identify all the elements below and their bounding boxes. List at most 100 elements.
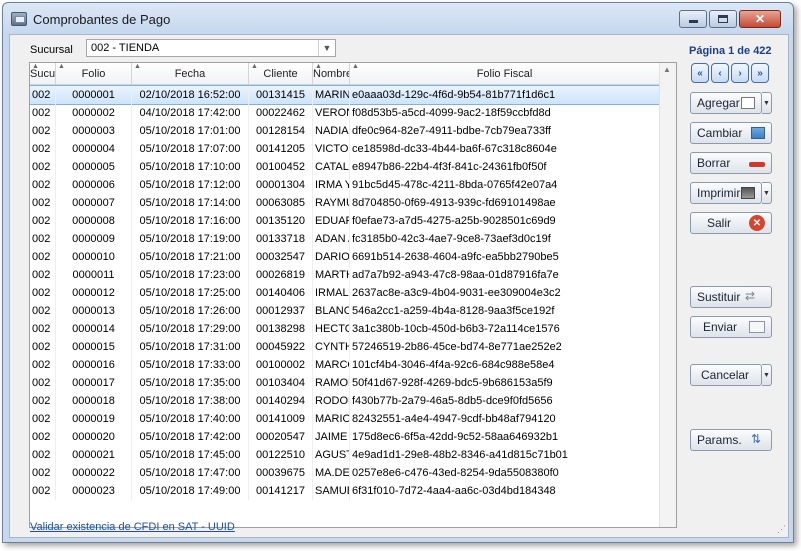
agregar-dropdown[interactable]: ▼ [762,92,772,114]
table-cell: 05/10/2018 17:42:00 [132,428,249,446]
table-cell: 002 [30,338,56,356]
table-row[interactable]: 002 0000001 02/10/2018 16:52:00 00131415 MAR… [30,85,661,105]
table-row[interactable]: 002 0000020 05/10/2018 17:42:00 00020547 JAI… [30,428,660,446]
chevron-down-icon[interactable]: ▼ [318,40,335,56]
table-cell: 0000023 [56,482,132,500]
table-row[interactable]: 002 0000014 05/10/2018 17:29:00 00138298 HEC… [30,320,660,338]
table-cell: 002 [30,410,56,428]
title-bar: Comprobantes de Pago ✕ [3,3,793,35]
first-page-button[interactable]: « [691,63,709,83]
table-cell: 002 [30,230,56,248]
table-cell: 3a1c380b-10cb-450d-b6b3-72a114ce1576 [350,320,660,338]
table-cell: 0000019 [56,410,132,428]
table-row[interactable]: 002 0000016 05/10/2018 17:33:00 00100002 MAR… [30,356,660,374]
table-cell: 00032547 [249,248,313,266]
table-cell: 0000011 [56,266,132,284]
table-row[interactable]: 002 0000018 05/10/2018 17:38:00 00140294 ROD… [30,392,660,410]
sort-icon: ▲ [32,63,39,70]
agregar-button[interactable]: Agregar [690,92,762,114]
table-row[interactable]: 002 0000004 05/10/2018 17:07:00 00141205 VIC… [30,140,660,158]
table-cell: 00128154 [249,122,313,140]
cambiar-button[interactable]: Cambiar [690,122,772,144]
column-header-2[interactable]: ▲ Fecha [132,63,249,85]
table-cell: 002 [30,104,56,122]
table-cell: 0000013 [56,302,132,320]
sustituir-button[interactable]: Sustituir ⇄ [690,286,772,308]
enviar-button[interactable]: Enviar [690,316,772,338]
cancelar-button[interactable]: Cancelar [690,364,762,386]
last-page-button[interactable]: » [751,63,769,83]
minimize-button[interactable] [679,10,707,28]
table-cell: 05/10/2018 17:16:00 [132,212,249,230]
table-row[interactable]: 002 0000008 05/10/2018 17:16:00 00135120 EDU… [30,212,660,230]
params-button[interactable]: Params. ⇅ [690,429,772,451]
column-header-3[interactable]: ▲ Cliente [249,63,313,85]
window-title: Comprobantes de Pago [33,12,171,27]
column-header-label: Cliente [263,68,298,80]
table-cell: 002 [30,194,56,212]
salir-button[interactable]: Salir ✕ [690,212,772,234]
column-header-4[interactable]: ▲ Nombre [313,63,350,85]
table-cell: MA.DE [313,464,350,482]
table-row[interactable]: 002 0000009 05/10/2018 17:19:00 00133718 ADA… [30,230,660,248]
scroll-up-icon[interactable]: ▲ [663,65,671,74]
table-cell: 0000014 [56,320,132,338]
table-cell: 05/10/2018 17:21:00 [132,248,249,266]
close-button[interactable]: ✕ [739,10,781,28]
borrar-button[interactable]: Borrar [690,152,772,174]
table-cell: BLANC [313,302,350,320]
table-row[interactable]: 002 0000013 05/10/2018 17:26:00 00012937 BLA… [30,302,660,320]
sort-icon: ▲ [315,63,322,70]
sort-icon: ▲ [58,63,65,70]
table-row[interactable]: 002 0000002 04/10/2018 17:42:00 00022462 VER… [30,104,660,122]
table-cell: 05/10/2018 17:07:00 [132,140,249,158]
table-cell: 00140406 [249,284,313,302]
table-row[interactable]: 002 0000011 05/10/2018 17:23:00 00026819 MAR… [30,266,660,284]
table-row[interactable]: 002 0000006 05/10/2018 17:12:00 00001304 IRM… [30,176,660,194]
resize-grip-icon[interactable]: ⋰ [777,524,786,535]
imprimir-button[interactable]: Imprimir [690,182,762,204]
table-cell: 002 [30,248,56,266]
table-cell: 2637ac8e-a3c9-4b04-9031-ee309004e3c2 [350,284,660,302]
table-row[interactable]: 002 0000010 05/10/2018 17:21:00 00032547 DAR… [30,248,660,266]
table-cell: 546a2cc1-a259-4b4a-8128-9aa3f5ce192f [350,302,660,320]
maximize-button[interactable] [709,10,737,28]
table-cell: IRMAL [313,284,350,302]
cancelar-dropdown[interactable]: ▼ [762,364,772,386]
vertical-scrollbar[interactable]: ▲ [659,63,676,527]
table-cell: 002 [30,266,56,284]
table-row[interactable]: 002 0000015 05/10/2018 17:31:00 00045922 CYN… [30,338,660,356]
next-page-button[interactable]: › [731,63,749,83]
table-row[interactable]: 002 0000022 05/10/2018 17:47:00 00039675 MA.… [30,464,660,482]
column-header-0[interactable]: ▲ Sucur [30,63,56,85]
table-cell: fc3185b0-42c3-4ae7-9ce8-73aef3d0c19f [350,230,660,248]
table-row[interactable]: 002 0000012 05/10/2018 17:25:00 00140406 IRM… [30,284,660,302]
table-row[interactable]: 002 0000003 05/10/2018 17:01:00 00128154 NAD… [30,122,660,140]
table-cell: e8947b86-22b4-4f3f-841c-24361fb0f50f [350,158,660,176]
comprobantes-table: ▲ Sucur ▲ Folio ▲ Fecha ▲ Cliente ▲ Nombre ▲ Folio … [29,62,677,528]
table-cell: 0000005 [56,158,132,176]
last-page-icon: » [757,67,763,79]
column-header-5[interactable]: ▲ Folio Fiscal [350,63,660,85]
sucursal-select[interactable]: 002 - TIENDA ▼ [86,39,336,57]
table-row[interactable]: 002 0000005 05/10/2018 17:10:00 00100452 CAT… [30,158,660,176]
imprimir-dropdown[interactable]: ▼ [762,182,772,204]
prev-page-button[interactable]: ‹ [711,63,729,83]
table-row[interactable]: 002 0000023 05/10/2018 17:49:00 00141217 SAM… [30,482,660,500]
document-icon [741,97,755,109]
table-row[interactable]: 002 0000021 05/10/2018 17:45:00 00122510 AGU… [30,446,660,464]
table-row[interactable]: 002 0000019 05/10/2018 17:40:00 00141009 MAR… [30,410,660,428]
table-cell: 00141217 [249,482,313,500]
validar-cfdi-link[interactable]: Validar existencia de CFDI en SAT - UUID [30,521,235,533]
table-cell: 05/10/2018 17:12:00 [132,176,249,194]
column-header-1[interactable]: ▲ Folio [56,63,132,85]
table-cell: 0000009 [56,230,132,248]
table-row[interactable]: 002 0000007 05/10/2018 17:14:00 00063085 RAY… [30,194,660,212]
column-header-label: Folio [81,68,106,80]
table-cell: 0000001 [56,86,132,104]
table-cell: 0000022 [56,464,132,482]
table-cell: HECTO [313,320,350,338]
table-row[interactable]: 002 0000017 05/10/2018 17:35:00 00103404 RAM… [30,374,660,392]
table-cell: 00140294 [249,392,313,410]
close-icon: ✕ [754,12,766,26]
